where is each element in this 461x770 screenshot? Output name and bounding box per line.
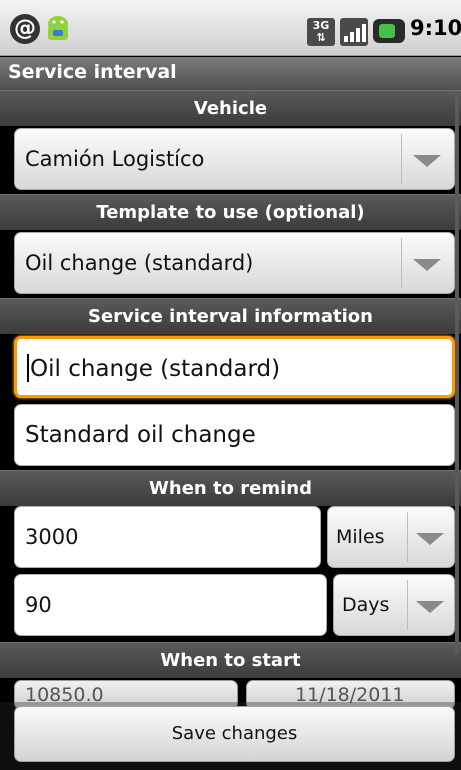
android-icon [48, 16, 68, 40]
remind-time-field[interactable]: 90 [14, 574, 327, 636]
spinner-divider [407, 580, 408, 630]
vehicle-spinner[interactable]: Camión Logistíco [14, 128, 455, 190]
network-label: 3G [312, 19, 330, 32]
template-spinner-value: Oil change (standard) [25, 251, 254, 275]
status-bar: @ 3G ⇅ 9:10 [0, 0, 461, 56]
time-unit-spinner[interactable]: Days [333, 574, 455, 636]
interval-name-value: Oil change (standard) [30, 356, 281, 382]
scrollbar[interactable] [455, 94, 459, 654]
dropdown-arrow-icon [413, 155, 441, 167]
distance-unit-spinner[interactable]: Miles [327, 506, 455, 568]
dropdown-arrow-icon [416, 601, 444, 613]
dropdown-arrow-icon [416, 533, 444, 545]
remind-distance-field[interactable]: 3000 [14, 506, 321, 568]
section-header-start: When to start [0, 642, 461, 678]
form-scroll-area[interactable]: Vehicle Camión Logistíco Template to use… [0, 90, 461, 770]
vehicle-spinner-value: Camión Logistíco [25, 147, 205, 171]
spinner-divider [401, 238, 402, 288]
template-spinner[interactable]: Oil change (standard) [14, 232, 455, 294]
distance-unit-value: Miles [336, 526, 385, 548]
interval-description-value: Standard oil change [25, 422, 256, 448]
time-unit-value: Days [342, 594, 390, 616]
spinner-divider [401, 134, 402, 184]
battery-icon [373, 19, 405, 43]
section-header-vehicle: Vehicle [0, 90, 461, 126]
remind-time-value: 90 [25, 593, 52, 617]
network-3g-icon: 3G ⇅ [307, 18, 335, 46]
text-caret [27, 353, 29, 382]
at-sign-icon: @ [10, 14, 40, 44]
window-title: Service interval [0, 57, 461, 90]
interval-name-field[interactable]: Oil change (standard) [14, 336, 455, 398]
spinner-divider [407, 512, 408, 562]
section-header-template: Template to use (optional) [0, 194, 461, 230]
section-header-remind: When to remind [0, 470, 461, 506]
status-time: 9:10 [410, 16, 461, 40]
signal-icon [340, 18, 368, 46]
remind-distance-value: 3000 [25, 525, 79, 549]
section-header-info: Service interval information [0, 298, 461, 334]
save-changes-button[interactable]: Save changes [14, 706, 455, 762]
dropdown-arrow-icon [413, 259, 441, 271]
interval-description-field[interactable]: Standard oil change [14, 404, 455, 466]
